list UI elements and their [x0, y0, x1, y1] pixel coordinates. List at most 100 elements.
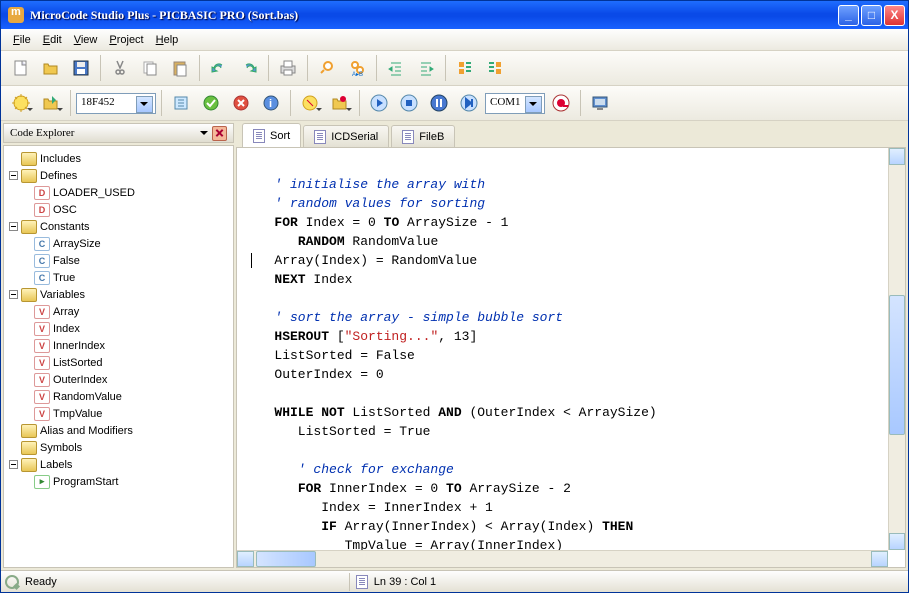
save-file-button[interactable] [67, 54, 95, 82]
compile-button[interactable] [167, 89, 195, 117]
menu-project[interactable]: Project [103, 31, 149, 49]
tree-index[interactable]: VIndex [6, 320, 231, 337]
svg-text:A▸B: A▸B [352, 72, 363, 77]
copy-button[interactable] [136, 54, 164, 82]
scroll-thumb[interactable] [256, 551, 316, 567]
menu-edit[interactable]: Edit [37, 31, 68, 49]
tree-osc[interactable]: DOSC [6, 201, 231, 218]
tree-symbols[interactable]: Symbols [6, 439, 231, 456]
scroll-thumb[interactable] [889, 295, 905, 435]
print-button[interactable] [274, 54, 302, 82]
document-icon [356, 575, 368, 589]
file-icon [314, 130, 326, 144]
variable-icon: V [34, 407, 50, 421]
tree-variables[interactable]: Variables [6, 286, 231, 303]
separator [445, 55, 446, 81]
tree-true[interactable]: CTrue [6, 269, 231, 286]
variable-icon: V [34, 356, 50, 370]
tree-tmpvalue[interactable]: VTmpValue [6, 405, 231, 422]
label-icon: ▸ [34, 475, 50, 489]
step-button[interactable] [455, 89, 483, 117]
collapse-icon[interactable] [9, 290, 18, 299]
scroll-left-button[interactable] [237, 551, 254, 567]
tree-innerindex[interactable]: VInnerIndex [6, 337, 231, 354]
code-content[interactable]: ' initialise the array with ' random val… [237, 148, 905, 567]
compile-error-button[interactable] [227, 89, 255, 117]
constant-icon: C [34, 271, 50, 285]
pause-button[interactable] [425, 89, 453, 117]
variable-icon: V [34, 322, 50, 336]
tree-arraysize[interactable]: CArraySize [6, 235, 231, 252]
serial-monitor-button[interactable] [586, 89, 614, 117]
tree-defines[interactable]: Defines [6, 167, 231, 184]
folder-icon [21, 152, 37, 166]
menu-help[interactable]: Help [150, 31, 185, 49]
find-button[interactable] [313, 54, 341, 82]
tree-array[interactable]: VArray [6, 303, 231, 320]
minimize-button[interactable]: _ [838, 5, 859, 26]
tab-icdserial[interactable]: ICDSerial [303, 125, 389, 147]
block-indent-button[interactable] [451, 54, 479, 82]
separator [376, 55, 377, 81]
dropdown-icon[interactable] [200, 131, 208, 139]
menu-file[interactable]: File [7, 31, 37, 49]
window-title: MicroCode Studio Plus - PICBASIC PRO (So… [28, 8, 836, 23]
tree-randomvalue[interactable]: VRandomValue [6, 388, 231, 405]
titlebar[interactable]: MicroCode Studio Plus - PICBASIC PRO (So… [1, 1, 908, 29]
folder-icon [21, 458, 37, 472]
menu-view[interactable]: View [68, 31, 104, 49]
toolbar-standard: A▸B [1, 51, 908, 86]
run-button[interactable] [365, 89, 393, 117]
target-chip-select[interactable]: 18F452 [76, 93, 156, 114]
info-button[interactable]: i [257, 89, 285, 117]
find-replace-button[interactable]: A▸B [343, 54, 371, 82]
code-editor[interactable]: ' initialise the array with ' random val… [236, 147, 906, 568]
redo-button[interactable] [235, 54, 263, 82]
vertical-scrollbar[interactable] [888, 148, 905, 550]
icd-program-dropdown-button[interactable] [326, 89, 354, 117]
scroll-up-button[interactable] [889, 148, 905, 165]
tree-loader-used[interactable]: DLOADER_USED [6, 184, 231, 201]
stop-button[interactable] [395, 89, 423, 117]
outdent-button[interactable] [412, 54, 440, 82]
tab-sort[interactable]: Sort [242, 123, 301, 147]
code-explorer-tree[interactable]: Includes Defines DLOADER_USED DOSC Const… [3, 145, 234, 568]
close-button[interactable]: X [884, 5, 905, 26]
variable-icon: V [34, 390, 50, 404]
collapse-icon[interactable] [9, 222, 18, 231]
maximize-button[interactable]: □ [861, 5, 882, 26]
cut-button[interactable] [106, 54, 134, 82]
paste-button[interactable] [166, 54, 194, 82]
scroll-down-button[interactable] [889, 533, 905, 550]
icd-compile-dropdown-button[interactable] [296, 89, 324, 117]
tree-labels[interactable]: Labels [6, 456, 231, 473]
undo-button[interactable] [205, 54, 233, 82]
com-port-select[interactable]: COM1 [485, 93, 545, 114]
menubar: File Edit View Project Help [1, 29, 908, 51]
open-file-button[interactable] [37, 54, 65, 82]
scroll-right-button[interactable] [871, 551, 888, 567]
block-outdent-button[interactable] [481, 54, 509, 82]
tree-false[interactable]: CFalse [6, 252, 231, 269]
app-window: MicroCode Studio Plus - PICBASIC PRO (So… [0, 0, 909, 593]
compile-dropdown-button[interactable] [7, 89, 35, 117]
tab-fileb[interactable]: FileB [391, 125, 455, 147]
close-panel-button[interactable] [212, 126, 227, 141]
compile-ok-button[interactable] [197, 89, 225, 117]
collapse-icon[interactable] [9, 171, 18, 180]
variable-icon: V [34, 373, 50, 387]
collapse-icon[interactable] [9, 460, 18, 469]
tree-constants[interactable]: Constants [6, 218, 231, 235]
tree-programstart[interactable]: ▸ProgramStart [6, 473, 231, 490]
tree-includes[interactable]: Includes [6, 150, 231, 167]
tree-listsorted[interactable]: VListSorted [6, 354, 231, 371]
record-button[interactable] [547, 89, 575, 117]
new-file-button[interactable] [7, 54, 35, 82]
indent-button[interactable] [382, 54, 410, 82]
folder-icon [21, 169, 37, 183]
tree-alias[interactable]: Alias and Modifiers [6, 422, 231, 439]
horizontal-scrollbar[interactable] [237, 550, 888, 567]
tree-outerindex[interactable]: VOuterIndex [6, 371, 231, 388]
compile-program-dropdown-button[interactable] [37, 89, 65, 117]
separator [199, 55, 200, 81]
